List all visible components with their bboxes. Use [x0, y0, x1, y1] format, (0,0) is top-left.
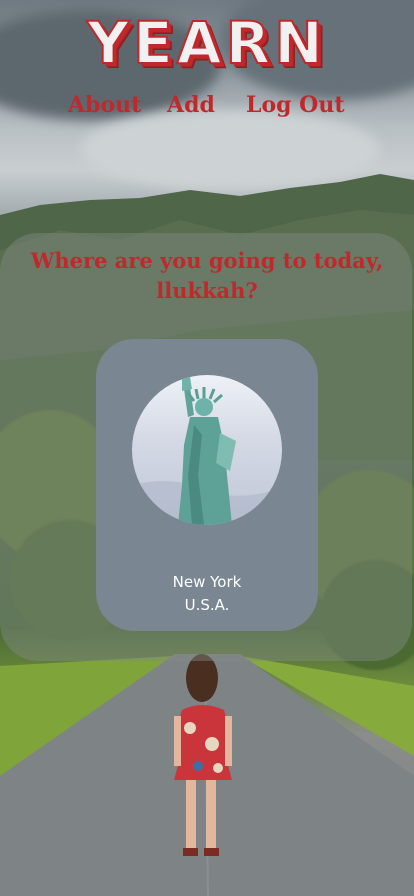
destination-country: U.S.A. [184, 596, 230, 614]
destination-photo [132, 375, 282, 525]
app-logo: YEARN [86, 8, 327, 78]
nav-logout-link[interactable]: Log Out [246, 88, 345, 122]
nav-about-link[interactable]: About [68, 88, 141, 122]
greeting-heading: Where are you going to today, llukkah? [30, 248, 384, 303]
statue-of-liberty-icon [132, 377, 282, 525]
destination-city: New York [172, 573, 242, 591]
nav-add-link[interactable]: Add [167, 88, 215, 122]
main-nav: About Add Log Out [0, 88, 414, 124]
destination-card[interactable]: New York U.S.A. [96, 339, 318, 631]
traveler-figure [174, 654, 232, 856]
